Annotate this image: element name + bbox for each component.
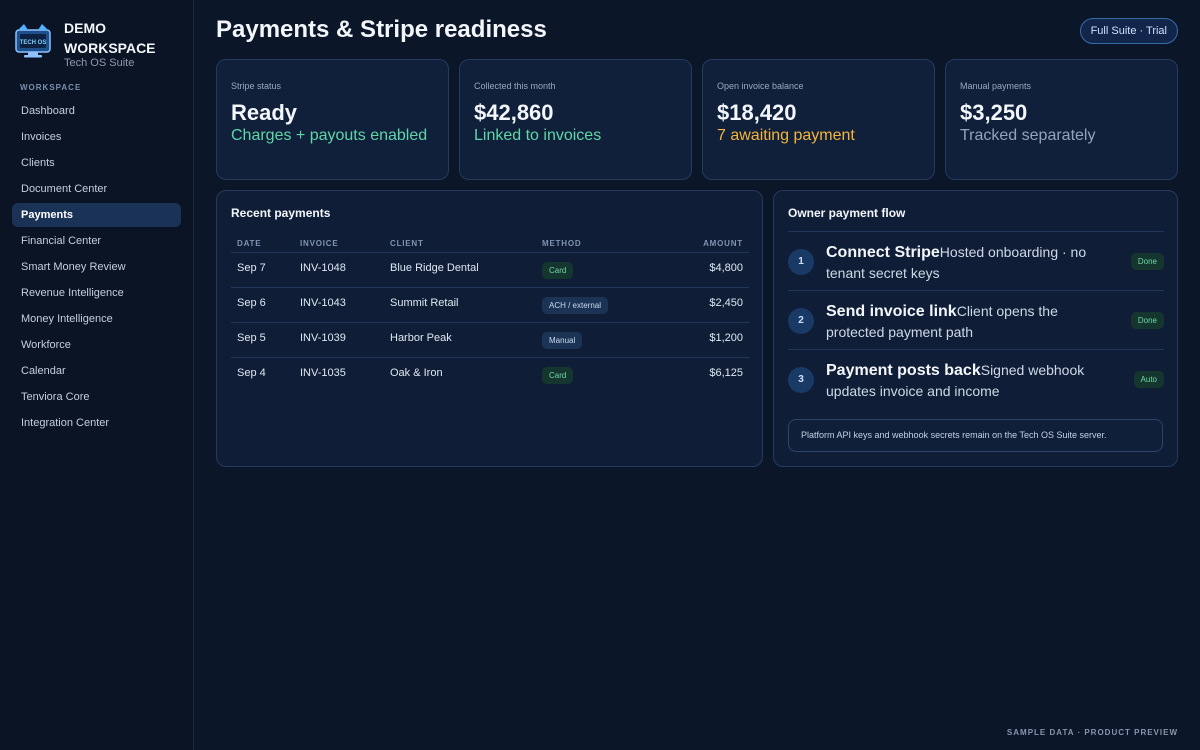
stat-card-stripe-status: Stripe status Ready Charges + payouts en… xyxy=(216,59,449,180)
sidebar: TECH OS DEMO WORKSPACE Tech OS Suite WOR… xyxy=(0,0,194,750)
step-status-badge: Done xyxy=(1130,312,1164,329)
payments-table: DATE INVOICE CLIENT METHOD AMOUNT Sep 7 … xyxy=(231,233,749,393)
sidebar-item-calendar[interactable]: Calendar xyxy=(12,359,181,383)
stat-label: Manual payments xyxy=(960,81,1032,91)
sidebar-item-tenviora-core[interactable]: Tenviora Core xyxy=(12,385,181,409)
brand[interactable]: TECH OS DEMO WORKSPACE Tech OS Suite xyxy=(14,18,184,72)
sidebar-item-clients[interactable]: Clients xyxy=(12,151,181,175)
stat-card-manual-payments: Manual payments $3,250 Tracked separatel… xyxy=(945,59,1178,180)
cell-client: Harbor Peak xyxy=(390,332,452,344)
cell-amount: $6,125 xyxy=(709,367,743,379)
stat-value: $42,860 xyxy=(474,100,554,125)
sidebar-nav: Dashboard Invoices Clients Document Cent… xyxy=(12,99,181,437)
stat-label: Open invoice balance xyxy=(717,81,804,91)
sidebar-item-money-intelligence[interactable]: Money Intelligence xyxy=(12,307,181,331)
sidebar-item-smart-money-review[interactable]: Smart Money Review xyxy=(12,255,181,279)
stat-note: Charges + payouts enabled xyxy=(231,127,428,144)
step-number: 3 xyxy=(788,367,814,393)
sidebar-item-document-center[interactable]: Document Center xyxy=(12,177,181,201)
step-text: Payment posts backSigned webhook updates… xyxy=(826,360,1091,401)
step-title: Send invoice link xyxy=(826,303,957,320)
step-title: Payment posts back xyxy=(826,362,981,379)
payment-flow-panel: Owner payment flow 1 Connect StripeHoste… xyxy=(773,190,1178,467)
step-number: 1 xyxy=(788,249,814,275)
cell-invoice[interactable]: INV-1039 xyxy=(300,332,346,344)
table-header: DATE INVOICE CLIENT METHOD AMOUNT xyxy=(231,233,749,253)
stat-note: Tracked separately xyxy=(960,127,1096,144)
plan-badge[interactable]: Full Suite · Trial xyxy=(1079,18,1178,44)
brand-logo-icon: TECH OS xyxy=(15,24,51,58)
stat-note: Linked to invoices xyxy=(474,127,602,144)
step-status-badge: Auto xyxy=(1133,371,1164,388)
cell-client: Summit Retail xyxy=(390,297,459,309)
cell-invoice[interactable]: INV-1048 xyxy=(300,262,346,274)
panel-title: Recent payments xyxy=(231,206,331,220)
cell-invoice[interactable]: INV-1043 xyxy=(300,297,346,309)
cell-date: Sep 7 xyxy=(237,262,266,274)
step-status-badge: Done xyxy=(1130,253,1164,270)
brand-logo-text: TECH OS xyxy=(20,40,47,46)
stats-row: Stripe status Ready Charges + payouts en… xyxy=(216,59,1178,180)
step-number: 2 xyxy=(788,308,814,334)
cell-amount: $2,450 xyxy=(709,297,743,309)
sidebar-item-integration-center[interactable]: Integration Center xyxy=(12,411,181,435)
security-note: Platform API keys and webhook secrets re… xyxy=(788,419,1163,452)
brand-subtitle: Tech OS Suite xyxy=(64,57,135,69)
stat-card-collected: Collected this month $42,860 Linked to i… xyxy=(459,59,692,180)
method-badge: Card xyxy=(542,367,574,384)
stat-value: Ready xyxy=(231,100,298,125)
table-row[interactable]: Sep 4 INV-1035 Oak & Iron Card $6,125 xyxy=(231,358,749,393)
flow-step: 1 Connect StripeHosted onboarding · no t… xyxy=(788,231,1164,290)
flow-step: 3 Payment posts backSigned webhook updat… xyxy=(788,349,1164,408)
main-content: Payments & Stripe readiness Full Suite ·… xyxy=(216,0,1178,750)
column-header-date[interactable]: DATE xyxy=(237,239,261,248)
column-header-client[interactable]: CLIENT xyxy=(390,239,424,248)
brand-name: DEMO WORKSPACE xyxy=(64,20,156,56)
column-header-method[interactable]: METHOD xyxy=(542,239,581,248)
stat-note: 7 awaiting payment xyxy=(717,127,855,144)
stat-card-open-balance: Open invoice balance $18,420 7 awaiting … xyxy=(702,59,935,180)
cell-client: Oak & Iron xyxy=(390,367,443,379)
stat-value: $3,250 xyxy=(960,100,1028,125)
recent-payments-panel: Recent payments DATE INVOICE CLIENT METH… xyxy=(216,190,763,467)
flow-step: 2 Send invoice linkClient opens the prot… xyxy=(788,290,1164,349)
sidebar-item-revenue-intelligence[interactable]: Revenue Intelligence xyxy=(12,281,181,305)
stat-label: Collected this month xyxy=(474,81,556,91)
footer-preview-label: SAMPLE DATA · PRODUCT PREVIEW xyxy=(1006,728,1178,737)
step-text: Send invoice linkClient opens the protec… xyxy=(826,301,1091,342)
sidebar-item-dashboard[interactable]: Dashboard xyxy=(12,99,181,123)
sidebar-item-financial-center[interactable]: Financial Center xyxy=(12,229,181,253)
table-row[interactable]: Sep 7 INV-1048 Blue Ridge Dental Card $4… xyxy=(231,253,749,288)
page-title: Payments & Stripe readiness xyxy=(216,16,547,43)
sidebar-item-workforce[interactable]: Workforce xyxy=(12,333,181,357)
step-text: Connect StripeHosted onboarding · no ten… xyxy=(826,242,1091,283)
method-badge: ACH / external xyxy=(542,297,609,314)
column-header-invoice[interactable]: INVOICE xyxy=(300,239,339,248)
cell-amount: $4,800 xyxy=(709,262,743,274)
method-badge: Manual xyxy=(542,332,583,349)
sidebar-item-invoices[interactable]: Invoices xyxy=(12,125,181,149)
sidebar-item-payments[interactable]: Payments xyxy=(12,203,181,227)
cell-date: Sep 6 xyxy=(237,297,266,309)
cell-invoice[interactable]: INV-1035 xyxy=(300,367,346,379)
table-row[interactable]: Sep 5 INV-1039 Harbor Peak Manual $1,200 xyxy=(231,323,749,358)
stat-value: $18,420 xyxy=(717,100,797,125)
method-badge: Card xyxy=(542,262,574,279)
step-title: Connect Stripe xyxy=(826,244,940,261)
panel-title: Owner payment flow xyxy=(788,206,906,220)
cell-client: Blue Ridge Dental xyxy=(390,262,479,274)
stat-label: Stripe status xyxy=(231,81,282,91)
flow-steps: 1 Connect StripeHosted onboarding · no t… xyxy=(788,231,1164,408)
cell-date: Sep 5 xyxy=(237,332,266,344)
cell-amount: $1,200 xyxy=(709,332,743,344)
table-row[interactable]: Sep 6 INV-1043 Summit Retail ACH / exter… xyxy=(231,288,749,323)
cell-date: Sep 4 xyxy=(237,367,266,379)
nav-section-heading: WORKSPACE xyxy=(20,83,82,92)
column-header-amount[interactable]: AMOUNT xyxy=(703,239,743,248)
